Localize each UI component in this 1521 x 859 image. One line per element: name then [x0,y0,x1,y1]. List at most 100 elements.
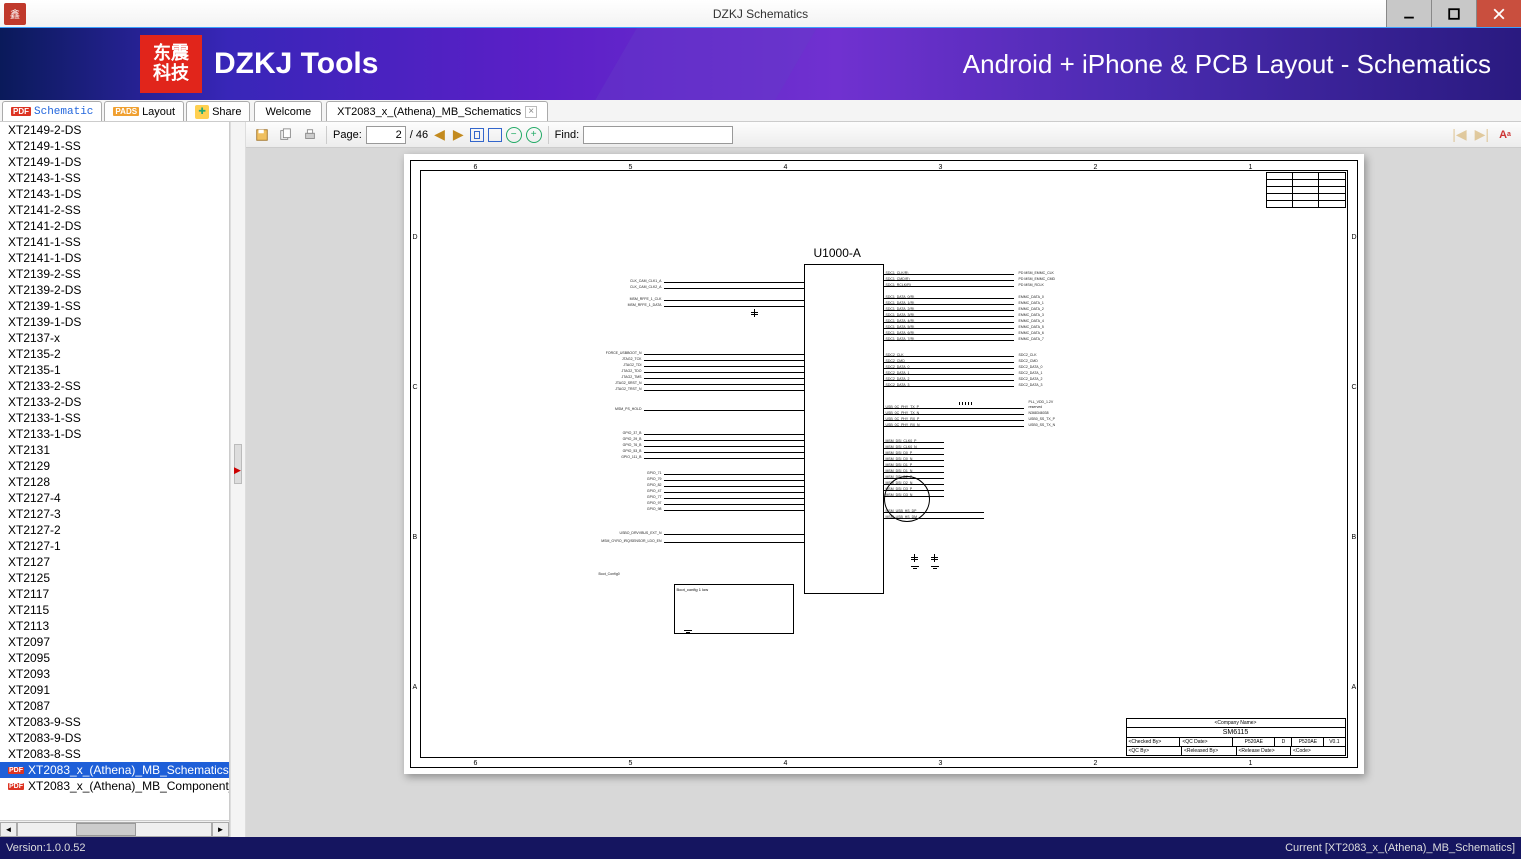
tree-item[interactable]: XT2097 [0,634,229,650]
titleblock-qc: <QC By> [1127,747,1182,755]
brand-logo: 东震 科技 [140,35,202,93]
tree-item[interactable]: XT2083-9-DS [0,730,229,746]
tree-item[interactable]: XT2087 [0,698,229,714]
tree-item[interactable]: XT2149-2-DS [0,122,229,138]
pin-label: GPIO_53_B [623,449,642,453]
tree-item[interactable]: XT2133-1-SS [0,410,229,426]
pin-label: SDC2_CLK [1019,353,1037,357]
find-next-button[interactable]: ▶| [1473,126,1491,143]
net-line [664,504,804,505]
tree-item[interactable]: XT2135-2 [0,346,229,362]
fit-page-button[interactable] [488,128,502,142]
close-button[interactable] [1476,0,1521,27]
tree-item[interactable]: XT2149-1-DS [0,154,229,170]
maximize-button[interactable] [1431,0,1476,27]
titleblock-date-label: <QC Date> [1179,738,1232,746]
grid-col-label: 2 [1094,760,1098,767]
prev-page-button[interactable]: ◀ [432,126,447,143]
doc-tab-welcome[interactable]: Welcome [254,101,322,121]
tree-item[interactable]: XT2139-2-SS [0,266,229,282]
text-size-button[interactable]: Aa [1495,125,1515,145]
tree-item[interactable]: XT2083-9-SS [0,714,229,730]
canvas[interactable]: U1000-A <Company Name> SM6115 <Checked B… [246,148,1521,837]
tree-item[interactable]: XT2137-x [0,330,229,346]
scroll-track[interactable] [17,822,212,837]
tree-item[interactable]: XT2095 [0,650,229,666]
pin-label: CLK_CAM_CLK1_A [630,279,662,283]
sidebar-hscroll[interactable]: ◄ ► [0,820,229,837]
tree-item[interactable]: XT2141-2-DS [0,218,229,234]
tree-item[interactable]: XT2093 [0,666,229,682]
ic-outline [804,264,884,594]
tree-item[interactable]: XT2127 [0,554,229,570]
tree-item[interactable]: XT2083-8-SS [0,746,229,762]
tree-file-item[interactable]: PDFXT2083_x_(Athena)_MB_Component_Loc [0,778,229,794]
tree-item[interactable]: XT2141-1-SS [0,234,229,250]
scroll-right-button[interactable]: ► [212,822,229,837]
pin-label: EMMC_DATA_6 [1019,331,1044,335]
zoom-in-button[interactable]: + [526,127,542,143]
model-tree[interactable]: XT2149-2-DSXT2149-1-SSXT2149-1-DSXT2143-… [0,122,229,820]
collapse-arrow-icon[interactable]: ▶ [234,465,241,476]
tree-item[interactable]: XT2143-1-SS [0,170,229,186]
grid-col-label: 2 [1094,164,1098,171]
pin-label: PD MSM_EMMC_CLK [1019,271,1054,275]
splitter-grip[interactable] [234,444,242,484]
tree-item[interactable]: XT2129 [0,458,229,474]
tree-item[interactable]: XT2139-1-SS [0,298,229,314]
tree-item[interactable]: XT2127-2 [0,522,229,538]
tree-item[interactable]: XT2133-2-DS [0,394,229,410]
find-input[interactable] [583,126,733,144]
tree-item[interactable]: XT2113 [0,618,229,634]
copy-button[interactable] [276,125,296,145]
tree-item[interactable]: XT2117 [0,586,229,602]
tab-share[interactable]: ✚ Share [186,101,250,121]
tree-item[interactable]: XT2128 [0,474,229,490]
page-input[interactable] [366,126,406,144]
minimize-button[interactable] [1386,0,1431,27]
net-line [664,300,804,301]
save-button[interactable] [252,125,272,145]
find-prev-button[interactable]: |◀ [1450,126,1468,143]
tree-item[interactable]: XT2127-3 [0,506,229,522]
tree-item[interactable]: XT2149-1-SS [0,138,229,154]
tree-item[interactable]: XT2139-2-DS [0,282,229,298]
tree-item[interactable]: XT2091 [0,682,229,698]
print-button[interactable] [300,125,320,145]
grid-col-label: 4 [784,760,788,767]
schematic-page: U1000-A <Company Name> SM6115 <Checked B… [404,154,1364,774]
net-line [644,458,804,459]
tree-item[interactable]: XT2127-1 [0,538,229,554]
tree-item[interactable]: XT2141-1-DS [0,250,229,266]
pin-label: JTAG2_TDI [623,363,641,367]
tree-item[interactable]: XT2139-1-DS [0,314,229,330]
tree-item[interactable]: XT2131 [0,442,229,458]
pin-label: SDC2_DATA_2 [1019,377,1043,381]
scroll-left-button[interactable]: ◄ [0,822,17,837]
splitter[interactable]: ▶ [230,122,246,837]
doc-tab-close-icon[interactable]: × [525,106,537,118]
tree-item[interactable]: XT2133-2-SS [0,378,229,394]
grid-col-label: 5 [629,760,633,767]
doc-tab-current[interactable]: XT2083_x_(Athena)_MB_Schematics × [326,101,548,121]
net-line [664,498,804,499]
next-page-button[interactable]: ▶ [451,126,466,143]
pin-label: MSM_RFFE_1_DATA [628,303,662,307]
tree-item[interactable]: XT2125 [0,570,229,586]
tree-file-item[interactable]: PDFXT2083_x_(Athena)_MB_Schematics [0,762,229,778]
fit-width-button[interactable] [470,128,484,142]
tab-layout[interactable]: PADS Layout [104,101,184,121]
tree-item[interactable]: XT2115 [0,602,229,618]
tree-item[interactable]: XT2127-4 [0,490,229,506]
tree-item[interactable]: XT2143-1-DS [0,186,229,202]
tree-item[interactable]: XT2135-1 [0,362,229,378]
zoom-out-button[interactable]: − [506,127,522,143]
content-area: Page: / 46 ◀ ▶ − + Find: |◀ ▶| Aa U1000-… [246,122,1521,837]
tab-schematic[interactable]: PDF Schematic [2,101,102,121]
grid-row-label: D [1352,234,1357,241]
scroll-thumb[interactable] [76,823,136,836]
pin-label: MSM_USB_HS_DM [886,515,918,519]
pin-label: JTAG2_TRST_N [615,387,641,391]
tree-item[interactable]: XT2133-1-DS [0,426,229,442]
tree-item[interactable]: XT2141-2-SS [0,202,229,218]
